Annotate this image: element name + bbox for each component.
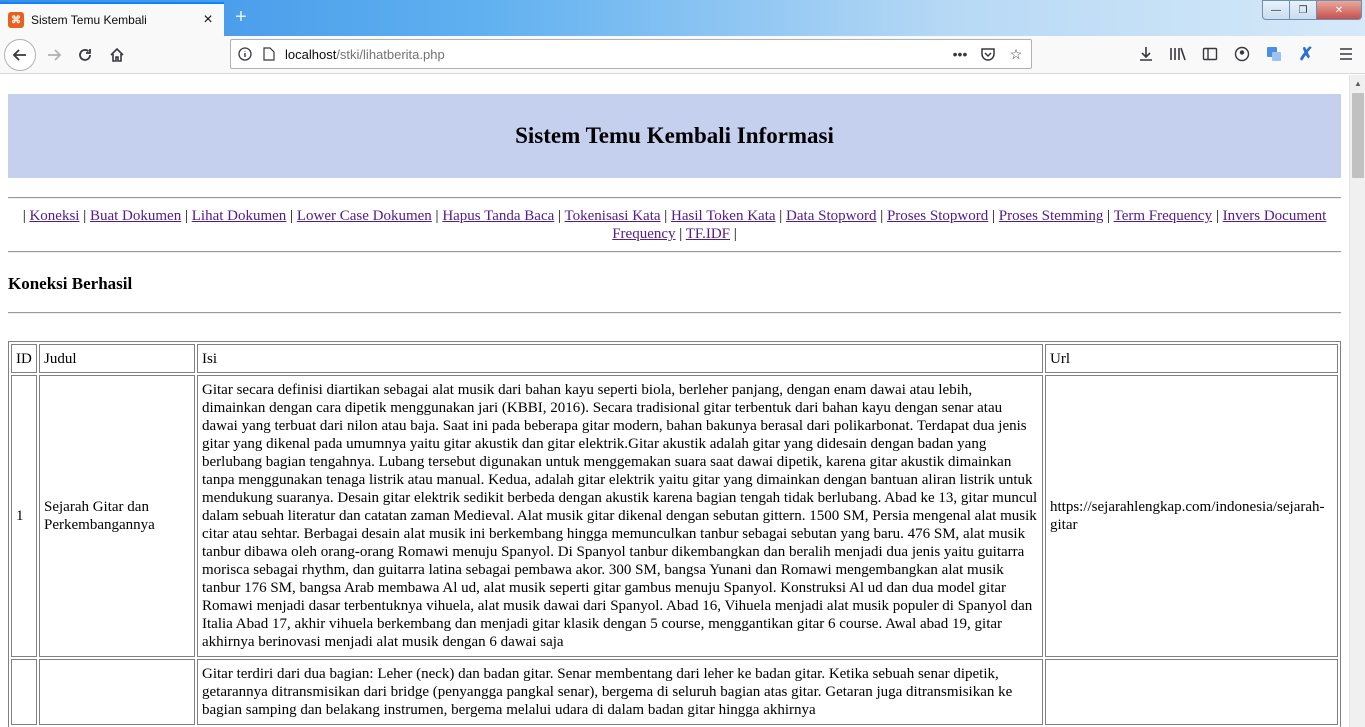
cell-url: https://sejarahlengkap.com/indonesia/sej…	[1045, 375, 1338, 657]
menu-link-tokenisasi-kata[interactable]: Tokenisasi Kata	[565, 208, 661, 224]
page-banner: Sistem Temu Kembali Informasi	[8, 94, 1341, 178]
menu-link-hapus-tanda-baca[interactable]: Hapus Tanda Baca	[442, 208, 554, 224]
pocket-icon[interactable]	[979, 45, 997, 63]
address-bar[interactable]: localhost/stki/lihatberita.php ••• ☆	[230, 39, 1032, 69]
page-title: Sistem Temu Kembali Informasi	[515, 123, 834, 148]
divider	[8, 312, 1341, 314]
column-header-id: ID	[11, 344, 37, 373]
bookmark-star-icon[interactable]: ☆	[1007, 45, 1025, 63]
cell-id	[11, 659, 37, 725]
cell-isi: Gitar terdiri dari dua bagian: Leher (ne…	[197, 659, 1043, 725]
back-arrow-icon	[12, 49, 26, 61]
column-header-isi: Isi	[197, 344, 1043, 373]
connection-status: Koneksi Berhasil	[8, 274, 133, 293]
site-info-icon[interactable]	[237, 46, 253, 62]
downloads-icon[interactable]	[1136, 44, 1156, 64]
minimize-window-button[interactable]: —	[1262, 0, 1290, 20]
cell-isi: Gitar secara definisi diartikan sebagai …	[197, 375, 1043, 657]
table-header-row: ID Judul Isi Url	[11, 344, 1338, 373]
home-icon	[110, 47, 124, 62]
page-viewport: Sistem Temu Kembali Informasi | Koneksi …	[0, 75, 1349, 727]
window-titlebar: ⌘ Sistem Temu Kembali × + — ❐ ✕	[0, 0, 1365, 36]
forward-button[interactable]	[38, 39, 70, 71]
cell-judul	[39, 659, 195, 725]
column-header-url: Url	[1045, 344, 1338, 373]
library-icon[interactable]	[1168, 44, 1188, 64]
browser-tab[interactable]: ⌘ Sistem Temu Kembali ×	[0, 2, 224, 36]
table-row: 1 Sejarah Gitar dan Perkembangannya Gita…	[11, 375, 1338, 657]
xampp-favicon-icon: ⌘	[8, 12, 24, 28]
menu-link-term-frequency[interactable]: Term Frequency	[1114, 208, 1213, 224]
sidebar-icon[interactable]	[1200, 44, 1220, 64]
tab-title: Sistem Temu Kembali	[31, 13, 147, 27]
url-path: /stki/lihatberita.php	[336, 46, 445, 62]
navigation-toolbar: localhost/stki/lihatberita.php ••• ☆ ✗	[0, 36, 1365, 74]
main-menu: | Koneksi | Buat Dokumen | Lihat Dokumen…	[22, 208, 1327, 242]
scrollbar-thumb[interactable]	[1352, 93, 1364, 178]
home-button[interactable]	[101, 39, 133, 71]
page-icon	[261, 46, 277, 62]
menu-link-proses-stopword[interactable]: Proses Stopword	[887, 208, 988, 224]
cell-id: 1	[11, 375, 37, 657]
menu-link-lower-case-dokumen[interactable]: Lower Case Dokumen	[297, 208, 432, 224]
menu-link-proses-stemming[interactable]: Proses Stemming	[999, 208, 1104, 224]
new-tab-icon[interactable]: +	[232, 7, 250, 27]
page-scrollbar[interactable]: ▲	[1349, 75, 1365, 727]
menu-link-koneksi[interactable]: Koneksi	[29, 208, 79, 224]
back-button[interactable]	[4, 39, 36, 71]
menu-link-buat-dokumen[interactable]: Buat Dokumen	[90, 208, 181, 224]
menu-hamburger-icon[interactable]	[1336, 44, 1356, 64]
divider	[8, 251, 1341, 253]
scroll-up-arrow-icon[interactable]: ▲	[1350, 75, 1365, 92]
extension-x-icon[interactable]: ✗	[1296, 44, 1316, 64]
forward-arrow-icon	[48, 49, 62, 61]
documents-table: ID Judul Isi Url 1 Sejarah Gitar dan Per…	[8, 341, 1341, 727]
table-row: Gitar terdiri dari dua bagian: Leher (ne…	[11, 659, 1338, 725]
account-icon[interactable]	[1232, 44, 1252, 64]
translate-extension-icon[interactable]	[1264, 44, 1284, 64]
url-host: localhost	[285, 46, 337, 62]
page-actions-icon[interactable]: •••	[951, 45, 969, 63]
cell-url	[1045, 659, 1338, 725]
close-tab-icon[interactable]: ×	[200, 12, 216, 28]
menu-link-lihat-dokumen[interactable]: Lihat Dokumen	[192, 208, 287, 224]
menu-link-data-stopword[interactable]: Data Stopword	[786, 208, 876, 224]
close-window-button[interactable]: ✕	[1316, 0, 1362, 20]
maximize-window-button[interactable]: ❐	[1289, 0, 1317, 20]
reload-icon	[79, 49, 91, 61]
divider	[8, 197, 1341, 199]
column-header-judul: Judul	[39, 344, 195, 373]
menu-link-hasil-token-kata[interactable]: Hasil Token Kata	[671, 208, 775, 224]
cell-judul: Sejarah Gitar dan Perkembangannya	[39, 375, 195, 657]
menu-link-tf-idf[interactable]: TF.IDF	[686, 226, 730, 242]
reload-button[interactable]	[69, 39, 101, 71]
